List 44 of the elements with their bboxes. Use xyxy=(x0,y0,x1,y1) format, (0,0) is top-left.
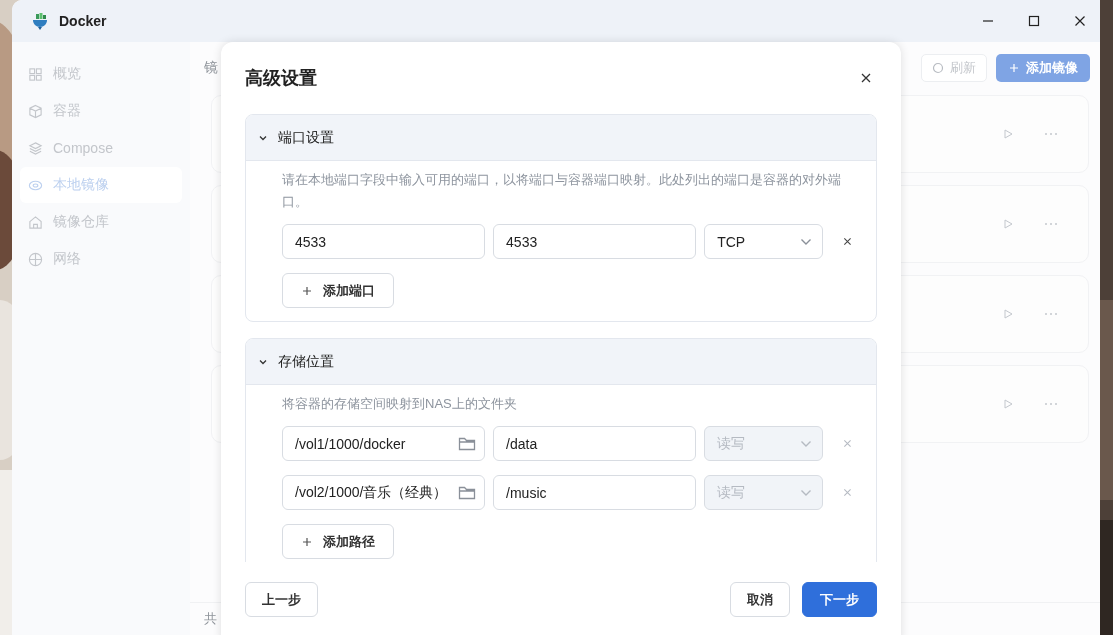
remove-icon[interactable] xyxy=(843,237,852,246)
close-icon[interactable] xyxy=(861,73,871,83)
more-icon[interactable] xyxy=(1044,222,1058,226)
add-button[interactable]: 添加路径 xyxy=(282,524,394,559)
play-icon[interactable] xyxy=(1002,308,1014,320)
plus-icon xyxy=(301,535,313,548)
section-header[interactable]: 存储位置 xyxy=(246,339,876,385)
more-icon[interactable] xyxy=(1044,132,1058,136)
play-icon[interactable] xyxy=(1002,218,1014,230)
grid-icon xyxy=(28,66,43,82)
maximize-icon[interactable] xyxy=(1028,15,1040,27)
globe-icon xyxy=(28,251,43,267)
input-field[interactable]: 4533 xyxy=(493,224,697,259)
section-description: 将容器的存储空间映射到NAS上的文件夹 xyxy=(282,395,518,413)
close-icon[interactable] xyxy=(1074,15,1086,27)
caret-icon xyxy=(800,488,813,497)
caret-icon xyxy=(800,439,813,448)
section-title: 存储位置 xyxy=(278,352,334,371)
cube-icon xyxy=(28,103,43,119)
input-field[interactable]: 4533 xyxy=(282,224,486,259)
folder-icon[interactable] xyxy=(458,435,477,452)
dropdown[interactable]: TCP xyxy=(704,224,824,259)
section-header[interactable]: 端口设置 xyxy=(246,115,876,161)
page-heading: 镜 xyxy=(204,59,218,77)
cancel-button[interactable]: 取消 xyxy=(730,582,790,617)
next-button[interactable]: 下一步 xyxy=(802,582,877,617)
play-icon[interactable] xyxy=(1002,128,1014,140)
layers-icon xyxy=(28,140,43,156)
house-icon xyxy=(28,214,43,230)
refresh-icon xyxy=(932,62,944,74)
more-icon[interactable] xyxy=(1044,402,1058,406)
add-button[interactable]: 添加端口 xyxy=(282,273,394,308)
section-title: 端口设置 xyxy=(278,128,334,147)
section-description: 请在本地端口字段中输入可用的端口，以将端口与容器端口映射。此处列出的端口是容器的对外端口。 xyxy=(282,171,842,211)
caret-icon xyxy=(800,237,813,246)
play-icon[interactable] xyxy=(1002,398,1014,410)
folder-icon[interactable] xyxy=(458,484,477,501)
back-button[interactable]: 上一步 xyxy=(245,582,318,617)
footer-text: 共 xyxy=(204,610,217,628)
dialog-title: 高级设置 xyxy=(245,67,317,90)
window-title: Docker xyxy=(59,13,107,29)
plus-icon xyxy=(1008,62,1020,74)
more-icon[interactable] xyxy=(1044,312,1058,316)
plus-icon xyxy=(301,284,313,297)
